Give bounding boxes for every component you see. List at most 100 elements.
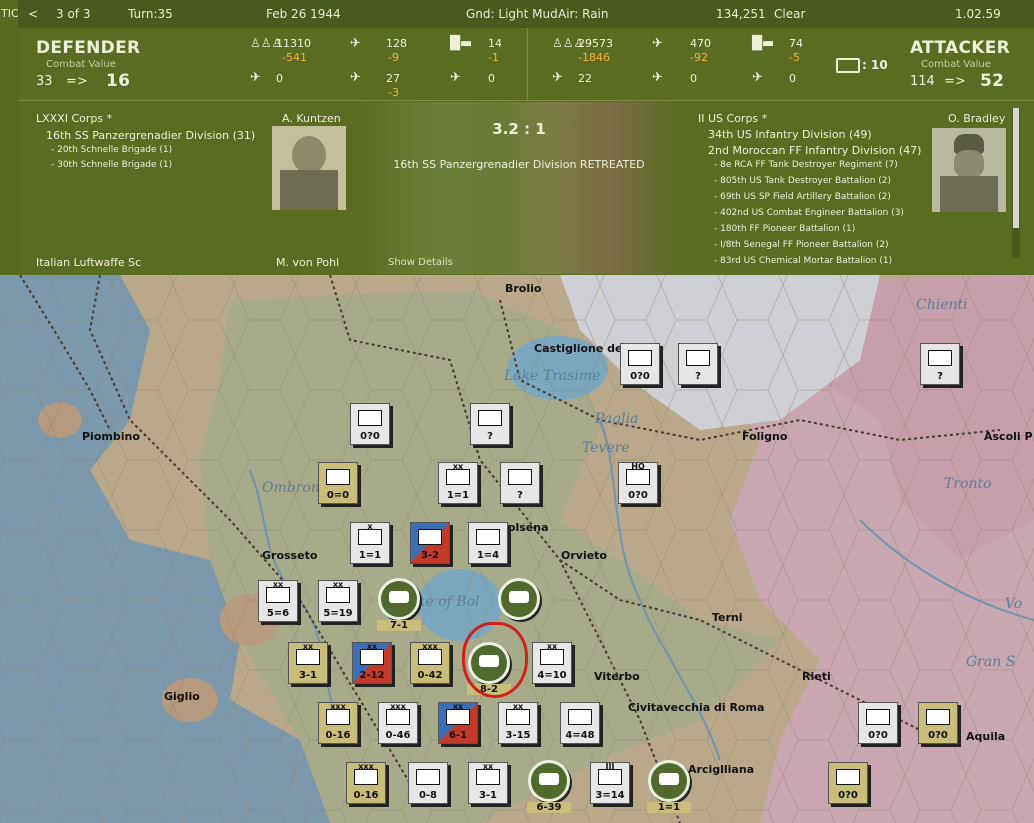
date-label: Feb 26 1944 xyxy=(266,7,341,21)
unit-counter[interactable]: ? xyxy=(678,343,718,385)
unit-counter[interactable]: III 3=14 xyxy=(590,762,630,804)
city-label: Terni xyxy=(712,611,743,624)
scrollbar-thumb[interactable] xyxy=(1013,108,1019,228)
score-label: 134,251 xyxy=(716,7,766,21)
def-unit-line: - 20th Schnelle Brigade (1) xyxy=(51,145,173,155)
att-unit-line: - 402nd US Combat Engineer Battalion (3) xyxy=(714,208,904,218)
att-planes2: 22 xyxy=(578,72,592,85)
city-label: Viterbo xyxy=(594,670,640,683)
back-button[interactable]: < xyxy=(28,7,38,21)
att-corps: II US Corps * xyxy=(698,112,768,125)
defender-cv-label: Combat Value xyxy=(46,59,116,70)
nato-symbol-icon xyxy=(626,469,650,485)
nato-symbol-icon xyxy=(476,769,500,785)
unit-strength: 3-15 xyxy=(505,730,531,741)
tank-icon xyxy=(509,591,529,603)
att-tanks: 74 xyxy=(789,37,803,50)
unit-counter[interactable]: xx 6-1 xyxy=(438,702,478,744)
bomber-icon: ✈ xyxy=(250,70,261,85)
armor-unit-counter[interactable]: 6-39 xyxy=(527,760,571,813)
left-edge-strip: TIC xyxy=(0,0,19,275)
nato-symbol-icon xyxy=(416,769,440,785)
unit-counter[interactable]: xx 3-15 xyxy=(498,702,538,744)
att-tanks-loss: -5 xyxy=(789,51,800,64)
unit-counter[interactable]: 0?0 xyxy=(918,702,958,744)
transport-plane-icon: ✈ xyxy=(752,70,763,85)
defender-units-box[interactable]: LXXXI Corps * A. Kuntzen 16th SS Panzerg… xyxy=(18,102,360,274)
unit-counter[interactable]: 0-8 xyxy=(408,762,448,804)
armor-unit-counter[interactable]: 7-1 xyxy=(377,578,421,631)
unit-counter[interactable]: 3-2 xyxy=(410,522,450,564)
unit-counter[interactable]: xxx 0-16 xyxy=(346,762,386,804)
att-men: 29573 xyxy=(578,37,613,50)
def-unit-line: 16th SS Panzergrenadier Division (31) xyxy=(46,129,256,142)
unit-strength: 0?0 xyxy=(628,490,648,501)
unit-counter[interactable]: xx 5=19 xyxy=(318,580,358,622)
unit-counter[interactable]: 4=48 xyxy=(560,702,600,744)
att-unit-line: - 69th US SP Field Artillery Battalion (… xyxy=(714,192,891,202)
unit-counter[interactable]: 0?0 xyxy=(620,343,660,385)
nato-symbol-icon xyxy=(386,709,410,725)
nato-symbol-icon xyxy=(446,469,470,485)
ground-label: Gnd: Light Mud xyxy=(466,7,558,21)
city-label: Castiglione del xyxy=(534,342,627,355)
unit-strength: 0-8 xyxy=(418,790,438,801)
unit-strength: 1=1 xyxy=(446,490,470,501)
attacker-units-box[interactable]: II US Corps * O. Bradley 34th US Infantr… xyxy=(678,102,1020,274)
show-details-link[interactable]: Show Details xyxy=(388,257,453,268)
region-label: Vo xyxy=(1005,596,1023,612)
city-label: Orvieto xyxy=(561,549,607,562)
unit-counter[interactable]: 0?0 xyxy=(858,702,898,744)
nato-symbol-icon xyxy=(568,709,592,725)
def-next-leader: M. von Pohl xyxy=(276,256,340,266)
unit-counter[interactable]: xxx 0-46 xyxy=(378,702,418,744)
region-label: ke of Bol xyxy=(417,594,480,610)
unit-strength: 0?0 xyxy=(360,431,380,442)
unit-counter[interactable]: 0=0 xyxy=(318,462,358,504)
region-label: Lake Trasime xyxy=(504,368,601,384)
def-tanks-loss: -1 xyxy=(488,51,499,64)
unit-counter[interactable]: xx 2-12 xyxy=(352,642,392,684)
att-planes4: 0 xyxy=(789,72,796,85)
unit-counter[interactable]: 0?0 xyxy=(828,762,868,804)
nato-symbol-icon xyxy=(836,769,860,785)
attacker-cv-to: 52 xyxy=(980,71,1005,91)
unit-counter[interactable]: 0?0 xyxy=(350,403,390,445)
armor-unit-counter[interactable] xyxy=(498,578,540,620)
nato-symbol-icon xyxy=(418,529,442,545)
unit-counter[interactable]: xx 4=10 xyxy=(532,642,572,684)
nato-symbol-icon xyxy=(598,769,622,785)
armor-unit-counter[interactable]: 1=1 xyxy=(647,760,691,813)
unit-strength: 0?0 xyxy=(838,790,858,801)
unit-counter[interactable]: xx 3-1 xyxy=(468,762,508,804)
unit-counter[interactable]: x 1=1 xyxy=(350,522,390,564)
unit-strength: 0-42 xyxy=(417,670,443,681)
city-label: Ascoli P xyxy=(984,430,1033,443)
unit-counter[interactable]: xx 5=6 xyxy=(258,580,298,622)
scrollbar[interactable] xyxy=(1012,108,1020,258)
edge-label: TIC xyxy=(1,7,19,20)
unit-strength: 0-16 xyxy=(353,790,379,801)
unit-strength: 0=0 xyxy=(326,490,350,501)
unit-counter[interactable]: ? xyxy=(920,343,960,385)
attacker-cv-label: Combat Value xyxy=(921,59,991,70)
unit-counter[interactable]: 1=4 xyxy=(468,522,508,564)
unit-counter[interactable]: xxx 0-42 xyxy=(410,642,450,684)
unit-counter[interactable]: ? xyxy=(500,462,540,504)
unit-counter[interactable]: ? xyxy=(470,403,510,445)
def-planes3: 27 xyxy=(386,72,400,85)
city-label: Brolio xyxy=(505,282,542,295)
unit-strength: 6-39 xyxy=(527,802,571,813)
att-unit-line: 34th US Infantry Division (49) xyxy=(708,128,872,141)
attacker-cv-from: 114 xyxy=(910,74,935,89)
unit-strength: ? xyxy=(937,371,943,382)
city-label: Civitavecchia di Roma xyxy=(628,701,765,714)
unit-counter[interactable]: xxx 0-16 xyxy=(318,702,358,744)
version-label: 1.02.59 xyxy=(955,7,1001,21)
unit-counter[interactable]: xx 3-1 xyxy=(288,642,328,684)
unit-counter[interactable]: HQ 0?0 xyxy=(618,462,658,504)
attacker-leader-portrait xyxy=(932,128,1006,212)
armor-unit-counter[interactable]: 8-2 xyxy=(467,642,511,695)
unit-counter[interactable]: xx 1=1 xyxy=(438,462,478,504)
nato-symbol-icon xyxy=(506,709,530,725)
